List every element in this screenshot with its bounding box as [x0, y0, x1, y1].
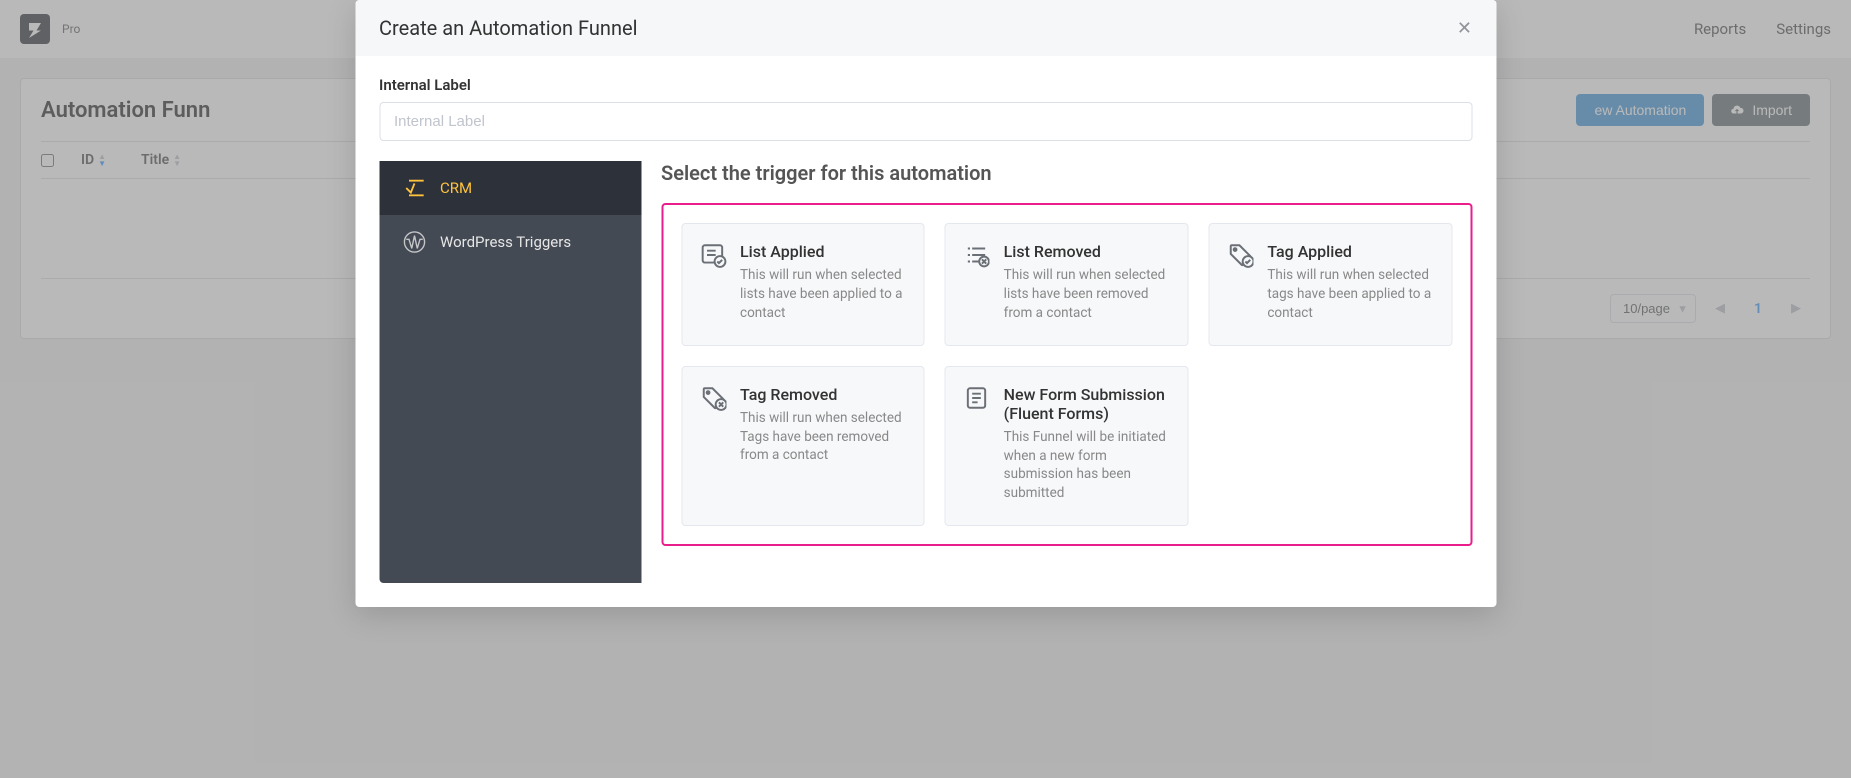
trigger-card-title: New Form Submission (Fluent Forms): [1004, 385, 1170, 423]
trigger-card-desc: This will run when selected lists have b…: [740, 266, 906, 323]
trigger-category-sidebar: CRM WordPress Triggers: [379, 161, 641, 583]
trigger-card-desc: This Funnel will be initiated when a new…: [1004, 428, 1170, 504]
trigger-card[interactable]: Tag Removed This will run when selected T…: [681, 366, 925, 527]
trigger-heading: Select the trigger for this automation: [661, 161, 1472, 185]
internal-label-input[interactable]: [379, 102, 1472, 141]
modal-title: Create an Automation Funnel: [379, 16, 637, 40]
trigger-card[interactable]: Tag Applied This will run when selected t…: [1208, 223, 1452, 346]
trigger-card-desc: This will run when selected lists have b…: [1004, 266, 1170, 323]
create-automation-modal: Create an Automation Funnel ✕ Internal L…: [355, 0, 1496, 607]
sidebar-crm-label: CRM: [440, 179, 472, 197]
crm-icon: [403, 177, 425, 199]
trigger-highlight-box: List Applied This will run when selected …: [661, 203, 1472, 546]
sidebar-item-wordpress-triggers[interactable]: WordPress Triggers: [379, 215, 641, 269]
list-x-icon: [964, 242, 990, 268]
trigger-card[interactable]: List Applied This will run when selected …: [681, 223, 925, 346]
trigger-card-title: List Applied: [740, 242, 906, 261]
trigger-card-title: Tag Applied: [1267, 242, 1433, 261]
trigger-card-desc: This will run when selected tags have be…: [1267, 266, 1433, 323]
trigger-card-desc: This will run when selected Tags have be…: [740, 409, 906, 466]
trigger-card-title: Tag Removed: [740, 385, 906, 404]
sidebar-item-crm[interactable]: CRM: [379, 161, 641, 215]
trigger-card-title: List Removed: [1004, 242, 1170, 261]
trigger-grid: List Applied This will run when selected …: [681, 223, 1452, 526]
form-icon: [964, 385, 990, 411]
internal-label-label: Internal Label: [379, 76, 1472, 94]
list-check-icon: [700, 242, 726, 268]
tag-check-icon: [1227, 242, 1253, 268]
sidebar-wp-label: WordPress Triggers: [440, 233, 571, 251]
modal-header: Create an Automation Funnel ✕: [355, 0, 1496, 56]
trigger-card[interactable]: List Removed This will run when selected …: [945, 223, 1189, 346]
tag-x-icon: [700, 385, 726, 411]
wordpress-icon: [403, 231, 425, 253]
trigger-card[interactable]: New Form Submission (Fluent Forms) This F…: [945, 366, 1189, 527]
close-icon[interactable]: ✕: [1457, 18, 1472, 39]
